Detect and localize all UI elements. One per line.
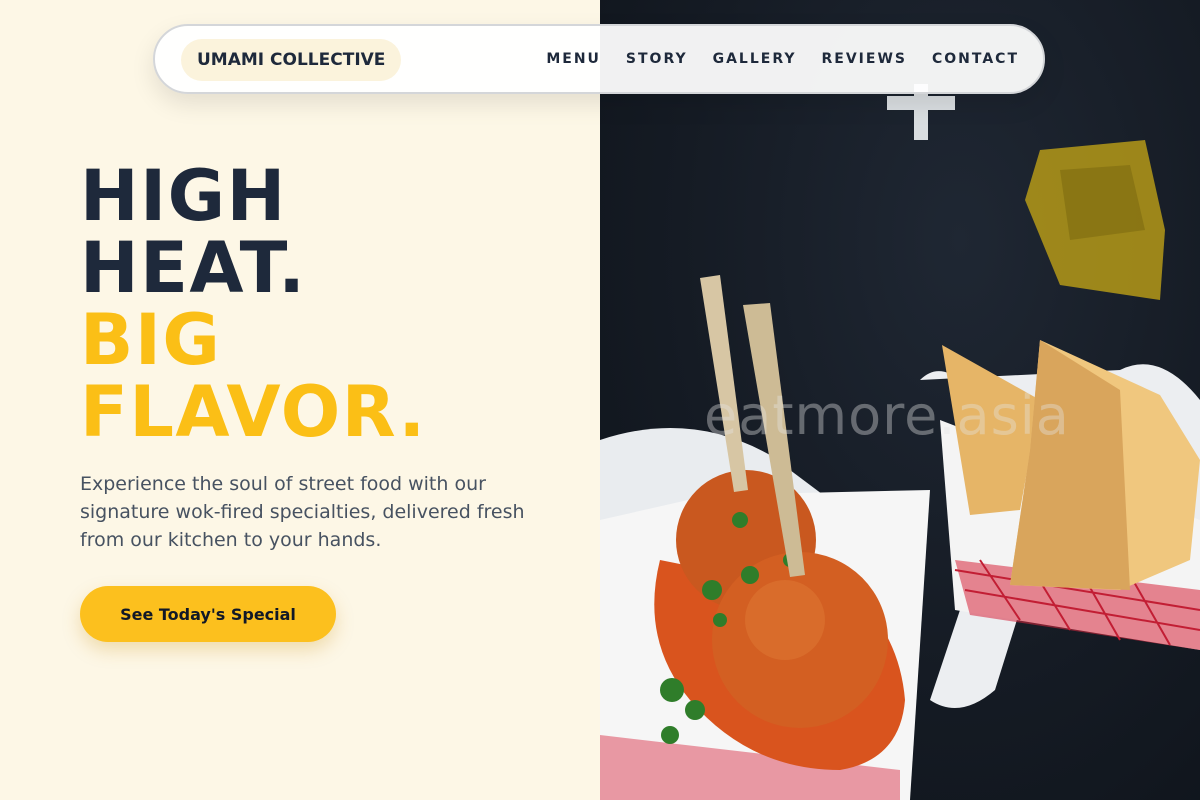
- see-todays-special-button[interactable]: See Today's Special: [80, 586, 336, 642]
- brand-logo[interactable]: UMAMI COLLECTIVE: [181, 39, 402, 81]
- top-navigation-bar: UMAMI COLLECTIVE MENU STORY GALLERY REVI…: [153, 24, 1045, 94]
- nav-link-gallery[interactable]: GALLERY: [713, 51, 797, 67]
- photo-watermark: eatmore.asia: [704, 384, 1070, 447]
- nav-link-story[interactable]: STORY: [626, 51, 688, 67]
- hero-food-photo: eatmore.asia: [600, 0, 1200, 800]
- hero-description: Experience the soul of street food with …: [80, 473, 525, 551]
- nav-link-reviews[interactable]: REVIEWS: [822, 51, 907, 67]
- nav-links: MENU STORY GALLERY REVIEWS CONTACT: [546, 26, 1019, 92]
- headline-line-2: HEAT.: [80, 227, 307, 309]
- nav-link-contact[interactable]: CONTACT: [932, 51, 1019, 67]
- headline-line-1: HIGH: [80, 155, 287, 237]
- headline-line-4: FLAVOR.: [80, 371, 427, 453]
- nav-link-menu[interactable]: MENU: [546, 51, 601, 67]
- headline-line-3: BIG: [80, 299, 222, 381]
- hero-headline: HIGH HEAT. BIG FLAVOR.: [80, 160, 427, 448]
